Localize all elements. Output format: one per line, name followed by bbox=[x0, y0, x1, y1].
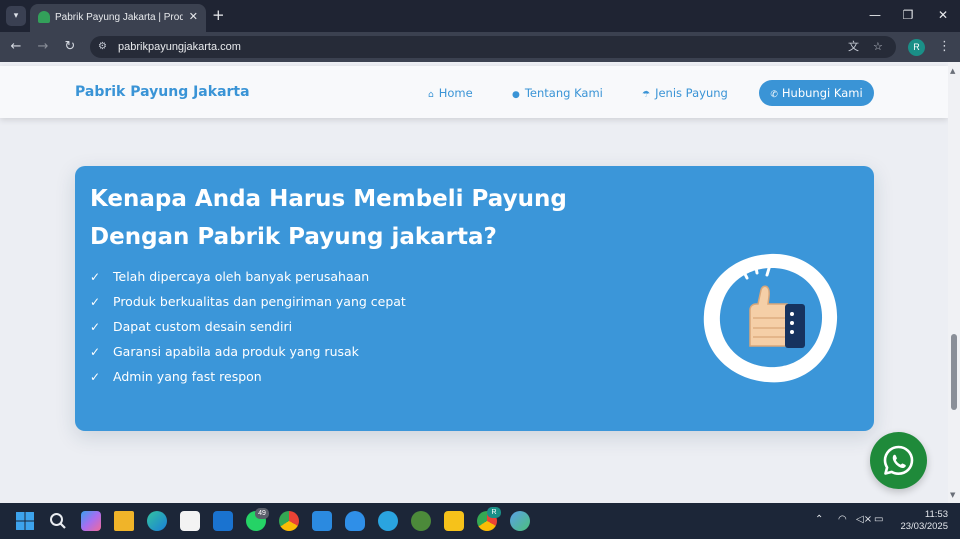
mysql-workbench-icon[interactable] bbox=[345, 511, 365, 531]
site-header: Pabrik Payung Jakarta ⌂ Home ● Tentang Kam… bbox=[0, 66, 948, 118]
scrollbar-thumb[interactable] bbox=[951, 334, 957, 410]
restore-icon[interactable]: ❐ bbox=[898, 6, 918, 24]
list-item-text: Admin yang fast respon bbox=[113, 369, 262, 384]
clock-date: 23/03/2025 bbox=[900, 521, 948, 532]
chrome-profile-badge: R bbox=[487, 507, 501, 518]
check-icon: ✓ bbox=[90, 295, 101, 309]
vscode-icon[interactable] bbox=[312, 511, 332, 531]
list-item-text: Telah dipercaya oleh banyak perusahaan bbox=[113, 269, 370, 284]
reload-icon[interactable]: ↻ bbox=[61, 38, 79, 56]
back-icon[interactable]: ← bbox=[7, 38, 25, 56]
close-icon[interactable]: ✕ bbox=[189, 10, 198, 24]
user-icon: ● bbox=[512, 90, 520, 100]
nav-types-label: Jenis Payung bbox=[655, 86, 728, 100]
tab-search-icon[interactable]: ▾ bbox=[6, 6, 26, 26]
site-info-icon[interactable]: ⚙ bbox=[98, 40, 107, 54]
list-item: ✓ Produk berkualitas dan pengiriman yang … bbox=[90, 289, 406, 314]
scroll-up-icon[interactable]: ▲ bbox=[950, 67, 955, 75]
scroll-down-icon[interactable]: ▼ bbox=[950, 491, 955, 499]
page-viewport: Pabrik Payung Jakarta ⌂ Home ● Tentang Kam… bbox=[0, 62, 948, 503]
list-item: ✓ Garansi apabila ada produk yang rusak bbox=[90, 339, 406, 364]
minimize-icon[interactable]: — bbox=[865, 6, 885, 24]
profile-avatar[interactable]: R bbox=[908, 39, 925, 56]
url-text[interactable]: pabrikpayungjakarta.com bbox=[118, 40, 241, 54]
contact-button[interactable]: ✆ Hubungi Kami bbox=[759, 80, 874, 106]
page-scrollbar[interactable]: ▲ ▼ bbox=[948, 62, 960, 503]
browser-tab[interactable]: Pabrik Payung Jakarta | Produsen ✕ bbox=[30, 4, 206, 32]
list-item: ✓ Telah dipercaya oleh banyak perusahaan bbox=[90, 264, 406, 289]
browser-tab-bar: ▾ Pabrik Payung Jakarta | Produsen ✕ + —… bbox=[0, 0, 960, 32]
umbrella-icon: ☂ bbox=[642, 90, 651, 100]
translate-icon[interactable]: 文 bbox=[848, 40, 859, 54]
microsoft-store-icon[interactable] bbox=[180, 511, 200, 531]
nav-about[interactable]: ● Tentang Kami bbox=[512, 85, 603, 103]
file-explorer-icon[interactable] bbox=[114, 511, 134, 531]
whatsapp-icon bbox=[883, 445, 914, 475]
chrome-icon[interactable] bbox=[279, 511, 299, 531]
windows-start-icon[interactable] bbox=[15, 511, 35, 531]
whatsapp-chat-button[interactable] bbox=[870, 432, 927, 489]
copilot-icon[interactable] bbox=[81, 511, 101, 531]
battery-icon[interactable]: ▭ bbox=[874, 513, 883, 527]
why-choose-us-card: Kenapa Anda Harus Membeli Payung Dengan … bbox=[75, 166, 874, 431]
windows-taskbar: 49 R ⌃ ◠ ◁× ▭ 11:53 23/03/2025 bbox=[0, 503, 960, 539]
clock-time: 11:53 bbox=[924, 509, 948, 520]
app-icon[interactable] bbox=[411, 511, 431, 531]
phone-icon: ✆ bbox=[770, 90, 778, 100]
list-item-text: Produk berkualitas dan pengiriman yang c… bbox=[113, 294, 406, 309]
check-icon: ✓ bbox=[90, 270, 101, 284]
list-item-text: Dapat custom desain sendiri bbox=[113, 319, 293, 334]
umbrella-favicon-icon bbox=[38, 11, 50, 23]
menu-kebab-icon[interactable]: ⋮ bbox=[938, 38, 951, 56]
system-clock[interactable]: 11:53 23/03/2025 bbox=[898, 509, 948, 533]
wifi-icon[interactable]: ◠ bbox=[838, 513, 847, 527]
list-item-text: Garansi apabila ada produk yang rusak bbox=[113, 344, 359, 359]
list-item: ✓ Admin yang fast respon bbox=[90, 364, 406, 389]
address-bar[interactable]: ⚙ pabrikpayungjakarta.com 文 ☆ bbox=[90, 36, 896, 58]
outlook-icon[interactable] bbox=[213, 511, 233, 531]
tab-title: Pabrik Payung Jakarta | Produsen bbox=[55, 12, 183, 23]
nav-umbrella-types[interactable]: ☂ Jenis Payung bbox=[642, 85, 728, 103]
tray-chevron-icon[interactable]: ⌃ bbox=[815, 513, 823, 527]
browser-toolbar: ← → ↻ ⚙ pabrikpayungjakarta.com 文 ☆ R ⋮ bbox=[0, 32, 960, 62]
volume-icon[interactable]: ◁× bbox=[856, 513, 872, 527]
forward-icon[interactable]: → bbox=[34, 38, 52, 56]
globe-app-icon[interactable] bbox=[510, 511, 530, 531]
check-icon: ✓ bbox=[90, 370, 101, 384]
sticky-notes-icon[interactable] bbox=[444, 511, 464, 531]
section-title: Kenapa Anda Harus Membeli Payung Dengan … bbox=[90, 186, 567, 250]
benefits-list: ✓ Telah dipercaya oleh banyak perusahaan … bbox=[90, 264, 406, 389]
nav-home-label: Home bbox=[438, 86, 473, 100]
telegram-icon[interactable] bbox=[378, 511, 398, 531]
close-window-icon[interactable]: ✕ bbox=[933, 6, 953, 24]
contact-button-label: Hubungi Kami bbox=[781, 86, 863, 100]
site-brand[interactable]: Pabrik Payung Jakarta bbox=[75, 83, 250, 101]
edge-icon[interactable] bbox=[147, 511, 167, 531]
home-icon: ⌂ bbox=[428, 90, 434, 100]
nav-home[interactable]: ⌂ Home bbox=[428, 85, 473, 103]
check-icon: ✓ bbox=[90, 320, 101, 334]
search-icon[interactable] bbox=[48, 511, 68, 531]
list-item: ✓ Dapat custom desain sendiri bbox=[90, 314, 406, 339]
check-icon: ✓ bbox=[90, 345, 101, 359]
thumbs-up-illustration bbox=[703, 253, 838, 383]
bookmark-star-icon[interactable]: ☆ bbox=[873, 40, 883, 54]
nav-about-label: Tentang Kami bbox=[524, 86, 603, 100]
whatsapp-badge: 49 bbox=[255, 508, 269, 519]
plus-icon[interactable]: + bbox=[212, 6, 225, 24]
